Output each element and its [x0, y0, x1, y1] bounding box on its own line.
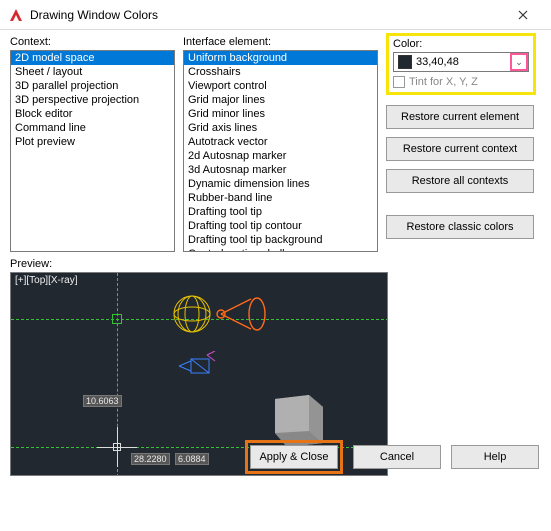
context-item[interactable]: Sheet / layout: [11, 65, 174, 79]
snap-marker: [112, 314, 122, 324]
interface-item[interactable]: Dynamic dimension lines: [184, 177, 377, 191]
wire-sphere-icon: [171, 293, 213, 335]
tint-checkbox[interactable]: [393, 76, 405, 88]
tint-label: Tint for X, Y, Z: [409, 76, 478, 88]
context-item[interactable]: 3D parallel projection: [11, 79, 174, 93]
context-item[interactable]: Block editor: [11, 107, 174, 121]
context-item[interactable]: 3D perspective projection: [11, 93, 174, 107]
color-dropdown[interactable]: 33,40,48 ⌄: [393, 52, 529, 72]
interface-item[interactable]: Drafting tool tip: [184, 205, 377, 219]
color-value-text: 33,40,48: [416, 56, 510, 68]
dialog-title: Drawing Window Colors: [30, 8, 503, 22]
drawing-window-colors-dialog: Drawing Window Colors Context: 2D model …: [0, 0, 551, 531]
chevron-down-icon[interactable]: ⌄: [510, 53, 528, 71]
color-column: Color: 33,40,48 ⌄ Tint for X, Y, Z Resto…: [386, 36, 536, 252]
help-button[interactable]: Help: [451, 445, 539, 469]
app-icon: [8, 7, 24, 23]
context-listbox[interactable]: 2D model spaceSheet / layout3D parallel …: [10, 50, 175, 252]
interface-item[interactable]: Rubber-band line: [184, 191, 377, 205]
viewport-control-text: [+][Top][X-ray]: [15, 275, 78, 286]
interface-item[interactable]: Viewport control: [184, 79, 377, 93]
interface-item[interactable]: Grid minor lines: [184, 107, 377, 121]
restore-all-contexts-button[interactable]: Restore all contexts: [386, 169, 534, 193]
interface-item[interactable]: 2d Autosnap marker: [184, 149, 377, 163]
context-column: Context: 2D model spaceSheet / layout3D …: [10, 36, 175, 252]
titlebar: Drawing Window Colors: [0, 0, 551, 30]
interface-item[interactable]: Crosshairs: [184, 65, 377, 79]
coord-tooltip-1: 10.6063: [83, 395, 122, 407]
wire-camera-icon: [177, 351, 217, 381]
context-item[interactable]: Plot preview: [11, 135, 174, 149]
interface-column: Interface element: Uniform backgroundCro…: [183, 36, 378, 252]
interface-item[interactable]: Uniform background: [184, 51, 377, 65]
coord-tooltip-2: 28.2280: [131, 453, 170, 465]
tint-row: Tint for X, Y, Z: [393, 76, 529, 88]
context-label: Context:: [10, 36, 175, 48]
bottom-button-row: Apply & Close Cancel Help: [245, 440, 539, 474]
wire-cone-icon: [215, 291, 267, 337]
interface-item[interactable]: Control vertices hull: [184, 247, 377, 252]
restore-classic-colors-button[interactable]: Restore classic colors: [386, 215, 534, 239]
interface-item[interactable]: Autotrack vector: [184, 135, 377, 149]
interface-item[interactable]: Drafting tool tip background: [184, 233, 377, 247]
preview-label: Preview:: [10, 258, 541, 270]
color-label: Color:: [393, 38, 529, 50]
apply-close-highlight: Apply & Close: [245, 440, 343, 474]
context-item[interactable]: 2D model space: [11, 51, 174, 65]
apply-close-button[interactable]: Apply & Close: [250, 445, 338, 469]
context-item[interactable]: Command line: [11, 121, 174, 135]
interface-item[interactable]: Grid axis lines: [184, 121, 377, 135]
interface-item[interactable]: 3d Autosnap marker: [184, 163, 377, 177]
interface-item[interactable]: Drafting tool tip contour: [184, 219, 377, 233]
interface-listbox[interactable]: Uniform backgroundCrosshairsViewport con…: [183, 50, 378, 252]
restore-current-context-button[interactable]: Restore current context: [386, 137, 534, 161]
interface-label: Interface element:: [183, 36, 378, 48]
color-highlight-region: Color: 33,40,48 ⌄ Tint for X, Y, Z: [386, 33, 536, 95]
restore-current-element-button[interactable]: Restore current element: [386, 105, 534, 129]
interface-item[interactable]: Grid major lines: [184, 93, 377, 107]
cancel-button[interactable]: Cancel: [353, 445, 441, 469]
color-swatch: [398, 55, 412, 69]
coord-tooltip-3: 6.0884: [175, 453, 209, 465]
close-button[interactable]: [503, 1, 543, 29]
